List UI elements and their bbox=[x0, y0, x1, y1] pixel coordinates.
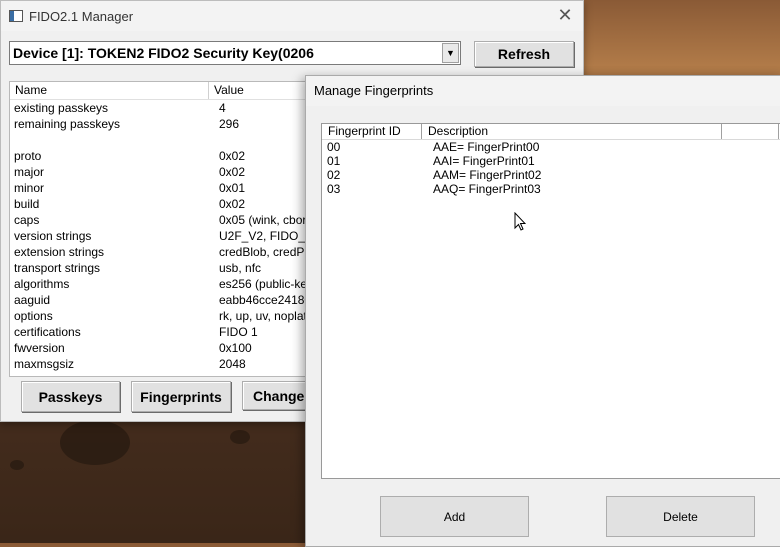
fingerprint-id: 01 bbox=[327, 154, 341, 168]
passkeys-button[interactable]: Passkeys bbox=[21, 381, 120, 412]
device-select[interactable]: Device [1]: TOKEN2 FIDO2 Security Key(02… bbox=[9, 41, 461, 65]
fingerprint-description: AAM= FingerPrint02 bbox=[433, 168, 542, 182]
window-title: FIDO2.1 Manager bbox=[29, 8, 134, 24]
fingerprint-id: 02 bbox=[327, 168, 341, 182]
column-header-description[interactable]: Description bbox=[422, 124, 722, 139]
add-fingerprint-button[interactable]: Add bbox=[380, 496, 529, 537]
chevron-down-icon[interactable]: ▼ bbox=[442, 43, 459, 63]
info-name: maxmsgsiz bbox=[14, 357, 75, 371]
fingerprint-id: 03 bbox=[327, 182, 341, 196]
dialog-title: Manage Fingerprints bbox=[306, 76, 780, 106]
fingerprints-button[interactable]: Fingerprints bbox=[131, 381, 231, 412]
info-name: version strings bbox=[14, 229, 92, 243]
close-icon[interactable]: ✕ bbox=[555, 5, 575, 25]
fingerprint-id: 00 bbox=[327, 140, 341, 154]
mouse-cursor-icon bbox=[514, 212, 526, 231]
info-name: proto bbox=[14, 149, 42, 163]
device-select-value: Device [1]: TOKEN2 FIDO2 Security Key(02… bbox=[13, 45, 314, 61]
info-name: existing passkeys bbox=[14, 101, 109, 115]
info-name: extension strings bbox=[14, 245, 105, 259]
info-name: caps bbox=[14, 213, 40, 227]
fingerprint-description: AAE= FingerPrint00 bbox=[433, 140, 540, 154]
info-name: remaining passkeys bbox=[14, 117, 121, 131]
app-window-icon bbox=[9, 10, 23, 22]
column-header-empty[interactable] bbox=[722, 124, 779, 139]
list-header: Fingerprint ID Description bbox=[322, 124, 780, 140]
info-name: certifications bbox=[14, 325, 81, 339]
info-name: fwversion bbox=[14, 341, 65, 355]
info-name: build bbox=[14, 197, 40, 211]
fingerprint-row[interactable]: 01 AAI= FingerPrint01 bbox=[322, 154, 780, 168]
info-name: algorithms bbox=[14, 277, 70, 291]
manage-fingerprints-dialog: Manage Fingerprints Fingerprint ID Descr… bbox=[305, 75, 780, 547]
fingerprint-list[interactable]: Fingerprint ID Description 00 AAE= Finger… bbox=[321, 123, 780, 479]
column-header-name[interactable]: Name bbox=[10, 82, 209, 99]
wallpaper-rock bbox=[10, 460, 24, 470]
info-name: options bbox=[14, 309, 53, 323]
info-name bbox=[10, 132, 219, 148]
fingerprint-row[interactable]: 02 AAM= FingerPrint02 bbox=[322, 168, 780, 182]
refresh-button[interactable]: Refresh bbox=[474, 41, 574, 67]
fingerprint-description: AAI= FingerPrint01 bbox=[433, 154, 535, 168]
fingerprint-row[interactable]: 03 AAQ= FingerPrint03 bbox=[322, 182, 780, 196]
wallpaper-rock bbox=[60, 420, 130, 465]
column-header-fingerprint-id[interactable]: Fingerprint ID bbox=[322, 124, 422, 139]
info-name: major bbox=[14, 165, 45, 179]
delete-fingerprint-button[interactable]: Delete bbox=[606, 496, 755, 537]
wallpaper-rock bbox=[230, 430, 250, 444]
info-name: aaguid bbox=[14, 293, 51, 307]
fingerprint-description: AAQ= FingerPrint03 bbox=[433, 182, 541, 196]
main-titlebar[interactable]: FIDO2.1 Manager ✕ bbox=[1, 1, 583, 31]
info-name: transport strings bbox=[14, 261, 101, 275]
info-name: minor bbox=[14, 181, 45, 195]
fingerprint-row[interactable]: 00 AAE= FingerPrint00 bbox=[322, 140, 780, 154]
